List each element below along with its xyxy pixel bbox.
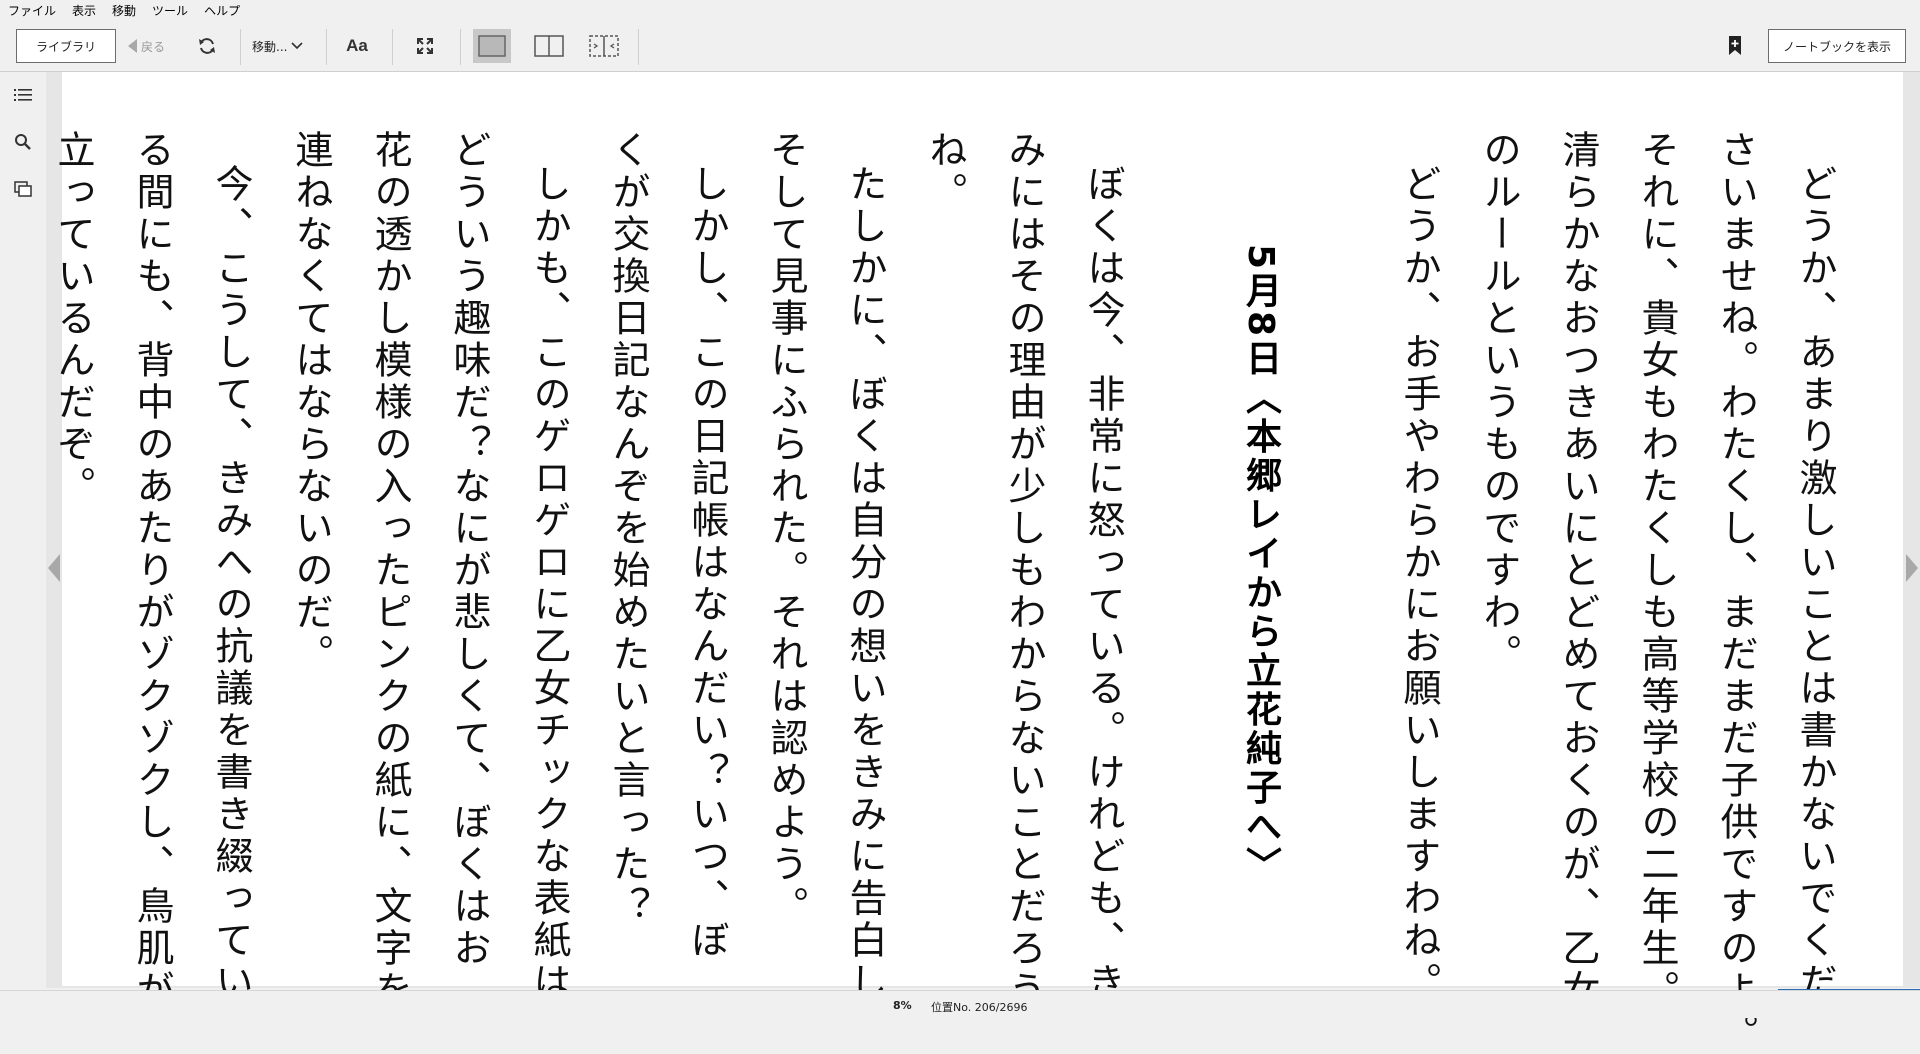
next-page-arrow-icon — [1906, 554, 1918, 582]
book-text-line: 清らかなおつきあいにとどめておくのが、乙女 — [1556, 130, 1600, 1012]
next-page-button[interactable] — [1904, 548, 1920, 588]
back-button[interactable]: 戻る — [128, 29, 172, 63]
single-page-layout-button[interactable] — [473, 29, 511, 63]
book-text-line: たしかに、ぼくは自分の想いをきみに告白し、 — [843, 164, 887, 1046]
two-page-layout-icon — [534, 35, 564, 57]
back-label: 戻る — [141, 39, 166, 54]
book-text-line: 連ねなくてはならないのだ。 — [289, 130, 333, 676]
book-text-line: どういう趣味だ？なにが悲しくて、ぼくはお — [447, 130, 491, 970]
bookmark-add-icon — [1729, 36, 1741, 55]
menu-tools[interactable]: ツール — [144, 0, 196, 23]
search-icon — [15, 134, 31, 150]
show-notebook-button[interactable]: ノートブックを表示 — [1768, 29, 1906, 63]
sync-button[interactable] — [193, 29, 221, 63]
bookmark-button[interactable] — [1722, 29, 1748, 63]
book-text-line: どうか、あまり激しいことは書かないでくだ — [1793, 164, 1837, 1004]
triangle-left-icon — [128, 39, 137, 53]
book-text-line: 花の透かし模様の入ったピンクの紙に、文字を — [368, 130, 412, 1012]
flashcards-button[interactable] — [12, 178, 34, 200]
font-settings-button[interactable]: Aa — [340, 29, 374, 63]
toolbar-separator — [392, 29, 393, 65]
move-label: 移動... — [252, 39, 288, 54]
prev-page-button[interactable] — [46, 548, 62, 588]
book-page: どうか、あまり激しいことは書かないでくだ さいませね。わたくし、まだまだ子供です… — [51, 72, 1903, 1054]
menu-help[interactable]: ヘルプ — [196, 0, 248, 23]
book-text-line: さいませね。わたくし、まだまだ子供ですのよ。 — [1714, 130, 1758, 1054]
move-dropdown[interactable]: 移動... — [252, 29, 314, 63]
sidebar — [0, 72, 46, 990]
book-text-line: しかも、このゲロゲロに乙女チックな表紙は — [527, 164, 571, 1004]
book-text-line: る間にも、背中のあたりがゾクゾクし、鳥肌が — [130, 130, 174, 1012]
toolbar-separator — [240, 29, 241, 65]
book-text-line: みにはその理由が少しもわからないことだろう — [1002, 130, 1046, 1012]
status-bar: 8% 位置No. 206/2696 — [0, 990, 1920, 1018]
menu-view[interactable]: 表示 — [64, 0, 104, 23]
book-text-line: しかし、この日記帳はなんだい？いつ、ぼ — [685, 164, 729, 962]
continuous-layout-button[interactable] — [585, 29, 623, 63]
toolbar: ライブラリ 戻る 移動... Aa ノートブックを表示 — [0, 23, 1920, 72]
book-text-line: 今、こうして、きみへの抗議を書き綴ってい — [209, 164, 253, 1004]
reading-percent: 8% — [893, 999, 912, 1012]
book-text-line: ぼくは今、非常に怒っている。けれども、き — [1081, 164, 1125, 1004]
menu-go[interactable]: 移動 — [104, 0, 144, 23]
diary-entry-heading: 5月8日〈本郷レイから立花純子へ〉 — [1240, 244, 1281, 886]
library-button[interactable]: ライブラリ — [16, 29, 116, 63]
reading-location: 位置No. 206/2696 — [931, 1001, 1028, 1014]
flashcards-icon — [14, 181, 32, 197]
two-page-layout-button[interactable] — [530, 29, 568, 63]
book-text-line: 立っているんだぞ。 — [51, 130, 95, 508]
menu-bar: ファイル 表示 移動 ツール ヘルプ — [0, 0, 1920, 23]
toc-button[interactable] — [12, 84, 34, 106]
single-page-layout-icon — [478, 35, 506, 57]
search-button[interactable] — [12, 131, 34, 153]
book-text-line: ね。 — [923, 130, 967, 214]
toolbar-separator — [460, 29, 461, 65]
fullscreen-button[interactable] — [410, 29, 440, 63]
book-text-line: それに、貴女もわたくしも高等学校の二年生。 — [1635, 130, 1679, 1012]
sync-icon — [199, 38, 215, 54]
prev-page-arrow-icon — [48, 554, 60, 582]
continuous-layout-icon — [589, 35, 619, 57]
book-text-line: くが交換日記なんぞを始めたいと言った？ — [606, 130, 650, 928]
table-of-contents-icon — [14, 89, 32, 101]
toolbar-separator — [638, 29, 639, 65]
chevron-down-icon — [291, 42, 304, 50]
menu-file[interactable]: ファイル — [0, 0, 64, 23]
toolbar-separator — [326, 29, 327, 65]
book-text-line: のルールというものですわ。 — [1477, 130, 1521, 676]
book-text-line: そして見事にふられた。それは認めよう。 — [764, 130, 808, 928]
book-text-line: どうか、お手やわらかにお願いしますわね。 — [1397, 164, 1441, 1004]
fullscreen-icon — [417, 38, 433, 54]
